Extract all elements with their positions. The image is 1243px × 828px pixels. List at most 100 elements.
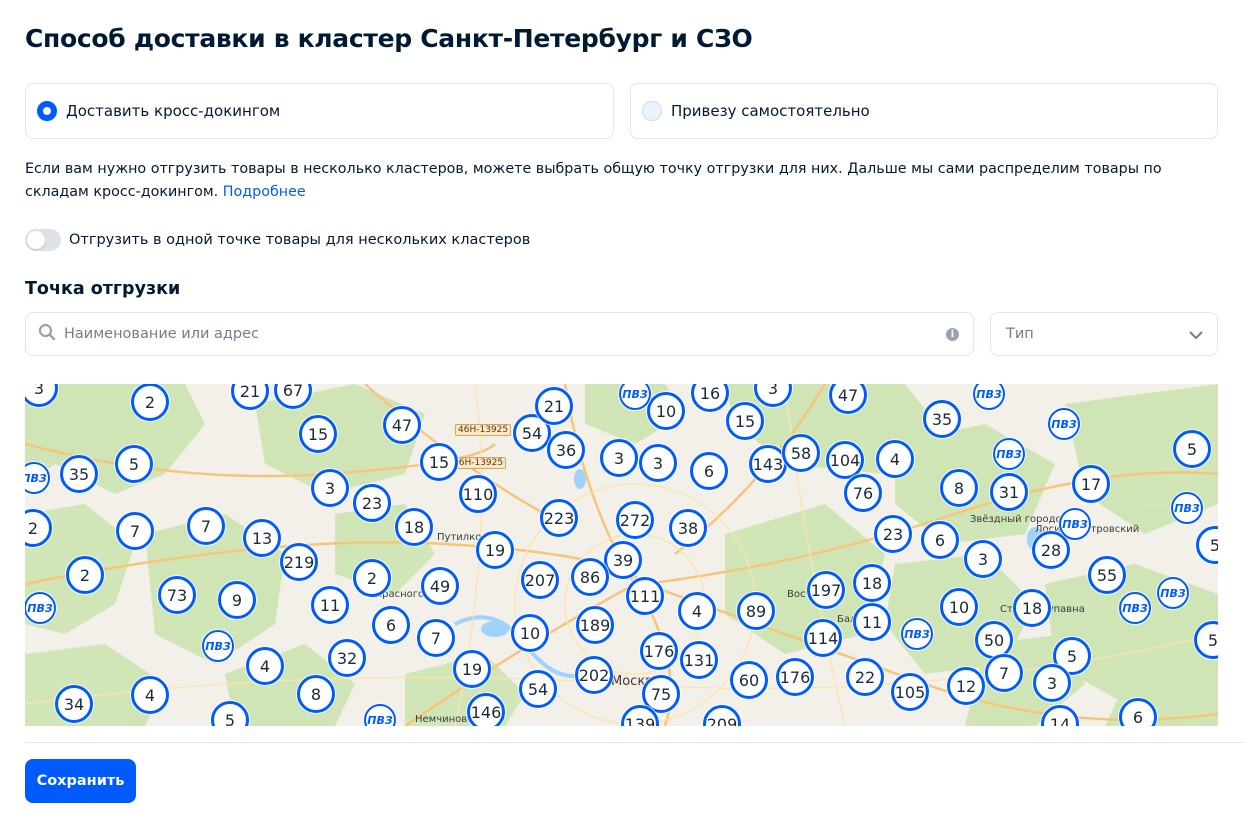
map-cluster-marker[interactable]: 202 <box>575 656 613 694</box>
map-cluster-marker[interactable]: 58 <box>782 434 820 472</box>
map-cluster-marker[interactable]: 11 <box>853 603 891 641</box>
map-cluster-marker[interactable]: 114 <box>804 619 842 657</box>
delivery-option-cross-docking[interactable]: Доставить кросс-докингом <box>25 83 614 139</box>
map-cluster-marker[interactable]: 4 <box>246 647 284 685</box>
map-cluster-marker[interactable]: 4 <box>678 592 716 630</box>
map-cluster-marker[interactable]: 2 <box>353 559 391 597</box>
radio-unselected[interactable] <box>642 101 662 121</box>
map-pickup-point-marker[interactable]: ПВЗ <box>993 438 1025 470</box>
map-pickup-point-marker[interactable]: ПВЗ <box>1119 592 1151 624</box>
map-cluster-marker[interactable]: 39 <box>604 541 642 579</box>
map-cluster-marker[interactable]: 5 <box>115 445 153 483</box>
map-cluster-marker[interactable]: 176 <box>776 658 814 696</box>
map-cluster-marker[interactable]: 7 <box>417 619 455 657</box>
map-cluster-marker[interactable]: 23 <box>874 515 912 553</box>
map-cluster-marker[interactable]: 15 <box>299 415 337 453</box>
map-cluster-marker[interactable]: 2 <box>66 556 104 594</box>
map-cluster-marker[interactable]: 272 <box>616 501 654 539</box>
map-cluster-marker[interactable]: 11 <box>311 586 349 624</box>
map-cluster-marker[interactable]: 5 <box>1173 430 1211 468</box>
map-cluster-marker[interactable]: 146 <box>467 693 505 726</box>
info-icon[interactable]: i <box>946 327 959 341</box>
map-cluster-marker[interactable]: 207 <box>521 561 559 599</box>
map-cluster-marker[interactable]: 12 <box>947 667 985 705</box>
toggle-label: Отгрузить в одной точке товары для неско… <box>69 232 531 248</box>
map-cluster-marker[interactable]: 10 <box>511 614 549 652</box>
map-pickup-point-marker[interactable]: ПВЗ <box>1059 508 1091 540</box>
map-cluster-marker[interactable]: 3 <box>311 469 349 507</box>
more-link[interactable]: Подробнее <box>223 184 306 200</box>
map-cluster-marker[interactable]: 105 <box>891 673 929 711</box>
map-cluster-marker[interactable]: 38 <box>669 509 707 547</box>
map-cluster-marker[interactable]: 73 <box>158 576 196 614</box>
save-button[interactable]: Сохранить <box>25 759 136 803</box>
map-cluster-marker[interactable]: 34 <box>55 685 93 723</box>
map-cluster-marker[interactable]: 4 <box>876 440 914 478</box>
map-pickup-point-marker[interactable]: ПВЗ <box>25 592 56 624</box>
map-cluster-marker[interactable]: 49 <box>421 567 459 605</box>
map-cluster-marker[interactable]: 76 <box>844 474 882 512</box>
map-cluster-marker[interactable]: 110 <box>459 475 497 513</box>
map-cluster-marker[interactable]: 23 <box>353 484 391 522</box>
map-cluster-marker[interactable]: 111 <box>626 577 664 615</box>
map-cluster-marker[interactable]: 35 <box>923 400 961 438</box>
map-cluster-marker[interactable]: 189 <box>576 606 614 644</box>
map-cluster-marker[interactable]: 7 <box>187 507 225 545</box>
map-cluster-marker[interactable]: 223 <box>540 499 578 537</box>
map-cluster-marker[interactable]: 21 <box>535 387 573 425</box>
radio-selected[interactable] <box>37 101 57 121</box>
map-cluster-marker[interactable]: 18 <box>1013 589 1051 627</box>
map-cluster-marker[interactable]: 3 <box>1033 664 1071 702</box>
map-cluster-marker[interactable]: 3 <box>964 540 1002 578</box>
map-pickup-point-marker[interactable]: ПВЗ <box>1048 408 1080 440</box>
map-cluster-marker[interactable]: 32 <box>328 639 366 677</box>
map-cluster-marker[interactable]: 6 <box>921 521 959 559</box>
map-cluster-marker[interactable]: 18 <box>395 508 433 546</box>
map-cluster-marker[interactable]: 131 <box>680 641 718 679</box>
map-cluster-marker[interactable]: 86 <box>571 558 609 596</box>
map-cluster-marker[interactable]: 7 <box>985 654 1023 692</box>
map-cluster-marker[interactable]: 17 <box>1072 465 1110 503</box>
map-cluster-marker[interactable]: 104 <box>826 441 864 479</box>
map-cluster-marker[interactable]: 2 <box>131 384 169 421</box>
search-input[interactable] <box>64 313 946 355</box>
map-cluster-marker[interactable]: 15 <box>726 402 764 440</box>
map-pickup-point-marker[interactable]: ПВЗ <box>202 630 234 662</box>
delivery-option-self[interactable]: Привезу самостоятельно <box>630 83 1218 139</box>
map-cluster-marker[interactable]: 55 <box>1088 556 1126 594</box>
map-cluster-marker[interactable]: 6 <box>690 452 728 490</box>
map-cluster-marker[interactable]: 31 <box>990 473 1028 511</box>
map-cluster-marker[interactable]: 19 <box>453 650 491 688</box>
map-cluster-marker[interactable]: 89 <box>737 592 775 630</box>
map-cluster-marker[interactable]: 8 <box>297 675 335 713</box>
map-cluster-marker[interactable]: 22 <box>846 658 884 696</box>
map-cluster-marker[interactable]: 4 <box>131 676 169 714</box>
type-select[interactable]: Тип <box>990 312 1218 356</box>
map-cluster-marker[interactable]: 15 <box>420 443 458 481</box>
map[interactable]: 46Н-13925 46Н-13925 Путилко Москва Немчи… <box>25 384 1218 726</box>
map-cluster-marker[interactable]: 176 <box>640 632 678 670</box>
map-cluster-marker[interactable]: 10 <box>940 588 978 626</box>
map-cluster-marker[interactable]: 8 <box>940 469 978 507</box>
map-cluster-marker[interactable]: 3 <box>600 439 638 477</box>
map-cluster-marker[interactable]: 35 <box>60 455 98 493</box>
multi-cluster-toggle[interactable] <box>25 229 61 251</box>
map-pickup-point-marker[interactable]: ПВЗ <box>1157 577 1189 609</box>
map-pickup-point-marker[interactable]: ПВЗ <box>1171 492 1203 524</box>
map-cluster-marker[interactable]: 47 <box>383 406 421 444</box>
map-cluster-marker[interactable]: 13 <box>243 519 281 557</box>
map-cluster-marker[interactable]: 7 <box>116 512 154 550</box>
map-cluster-marker[interactable]: 10 <box>647 392 685 430</box>
map-cluster-marker[interactable]: 19 <box>476 531 514 569</box>
map-cluster-marker[interactable]: 54 <box>519 670 557 708</box>
map-cluster-marker[interactable]: 197 <box>807 571 845 609</box>
map-cluster-marker[interactable]: 6 <box>372 606 410 644</box>
map-cluster-marker[interactable]: 219 <box>280 543 318 581</box>
map-cluster-marker[interactable]: 18 <box>853 564 891 602</box>
map-pickup-point-marker[interactable]: ПВЗ <box>901 618 933 650</box>
map-cluster-marker[interactable]: 60 <box>730 661 768 699</box>
search-field[interactable]: i <box>25 312 974 356</box>
map-cluster-marker[interactable]: 9 <box>218 581 256 619</box>
map-cluster-marker[interactable]: 3 <box>639 444 677 482</box>
map-cluster-marker[interactable]: 36 <box>547 431 585 469</box>
